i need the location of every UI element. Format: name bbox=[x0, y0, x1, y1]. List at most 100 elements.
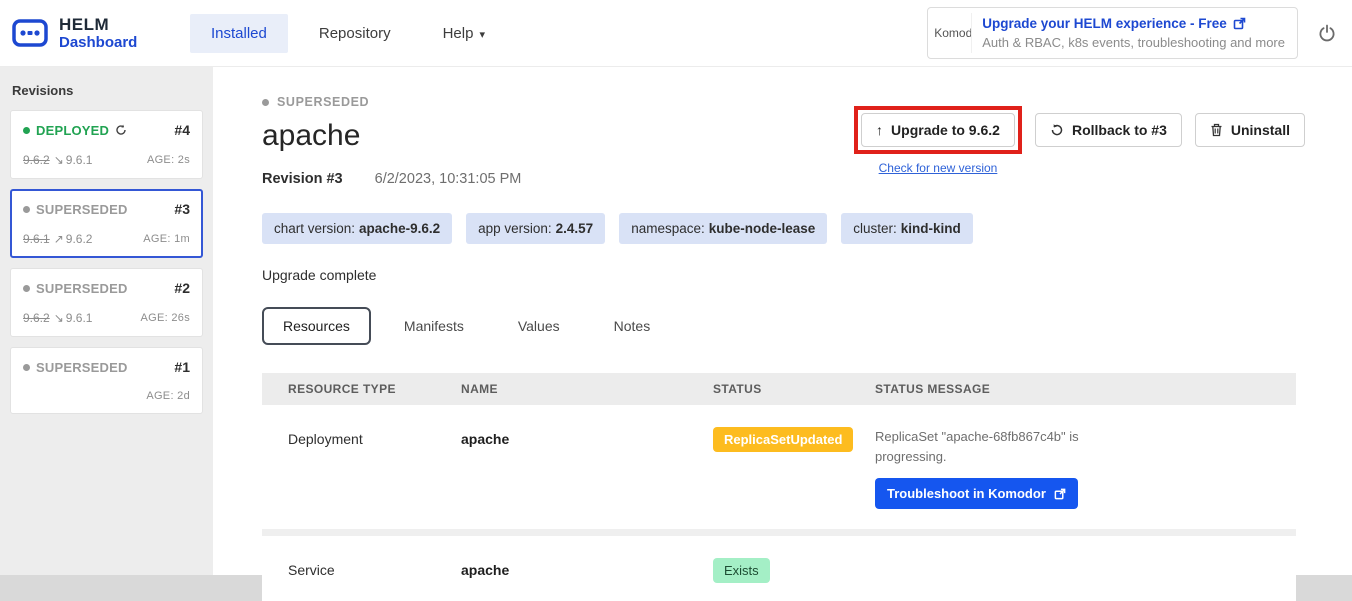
table-row-deployment: Deployment apache ReplicaSetUpdated Repl… bbox=[262, 405, 1296, 529]
revision-age: AGE: 1m bbox=[143, 233, 190, 245]
chip-value: 2.4.57 bbox=[556, 221, 594, 236]
table-row-service: Service apache Exists bbox=[262, 536, 1296, 601]
status-dot-icon bbox=[23, 206, 30, 213]
chip-label: chart version: bbox=[274, 221, 355, 236]
uninstall-button[interactable]: Uninstall bbox=[1195, 113, 1305, 147]
chip-namespace: namespace:kube-node-lease bbox=[619, 213, 827, 244]
chip-label: cluster: bbox=[853, 221, 897, 236]
revision-card-4[interactable]: DEPLOYED #4 9.6.2↘9.6.1 AGE: 2s bbox=[10, 110, 203, 179]
release-meta-chips: chart version: apache-9.6.2 app version: 2… bbox=[262, 213, 1305, 244]
revision-card-1[interactable]: SUPERSEDED #1 AGE: 2d bbox=[10, 347, 203, 414]
nav-installed[interactable]: Installed bbox=[190, 14, 288, 53]
revision-versions: 9.6.1↗9.6.2 bbox=[23, 232, 92, 246]
upgrade-column: ↑ Upgrade to 9.6.2 Check for new version bbox=[854, 106, 1022, 175]
check-new-version-link[interactable]: Check for new version bbox=[879, 161, 998, 175]
status-dot-icon bbox=[23, 364, 30, 371]
chip-value: kind-kind bbox=[901, 221, 961, 236]
promo-text: Upgrade your HELM experience - Free Auth… bbox=[982, 16, 1285, 50]
komodor-logo: Komod bbox=[934, 13, 972, 53]
komodor-promo-banner[interactable]: Komod Upgrade your HELM experience - Fre… bbox=[927, 7, 1298, 59]
red-highlight-annotation: ↑ Upgrade to 9.6.2 bbox=[854, 106, 1022, 154]
chip-value: apache-9.6.2 bbox=[359, 221, 440, 236]
rollback-button[interactable]: Rollback to #3 bbox=[1035, 113, 1182, 147]
promo-title-link[interactable]: Upgrade your HELM experience - Free bbox=[982, 16, 1227, 31]
revision-status: SUPERSEDED bbox=[23, 360, 128, 375]
revision-label: Revision #3 bbox=[262, 171, 343, 187]
chip-cluster: cluster: kind-kind bbox=[841, 213, 973, 244]
brand-dashboard: Dashboard bbox=[59, 34, 137, 51]
nav-help[interactable]: Help▾ bbox=[422, 14, 506, 53]
version-from: 9.6.2 bbox=[23, 153, 50, 167]
power-button[interactable] bbox=[1318, 24, 1336, 42]
revision-versions: 9.6.2↘9.6.1 bbox=[23, 311, 92, 325]
col-status: STATUS bbox=[713, 382, 875, 396]
col-resource-type: RESOURCE TYPE bbox=[288, 382, 461, 396]
uninstall-button-label: Uninstall bbox=[1231, 122, 1290, 138]
main-nav: Installed Repository Help▾ bbox=[190, 14, 506, 53]
nav-repository[interactable]: Repository bbox=[298, 14, 412, 53]
revision-age: AGE: 2s bbox=[147, 154, 190, 166]
brand-helm: HELM bbox=[59, 15, 137, 35]
version-to: 9.6.1 bbox=[66, 311, 93, 325]
upgrade-button-label: Upgrade to 9.6.2 bbox=[891, 122, 1000, 138]
external-link-icon bbox=[1233, 17, 1246, 30]
page-title: apache bbox=[262, 119, 521, 153]
chip-label: app version: bbox=[478, 221, 552, 236]
revision-line: Revision #3 6/2/2023, 10:31:05 PM bbox=[262, 171, 521, 187]
resource-type-cell: Deployment bbox=[288, 427, 461, 447]
revision-number: #3 bbox=[174, 201, 190, 217]
revision-status-label: SUPERSEDED bbox=[36, 360, 128, 375]
revisions-heading: Revisions bbox=[12, 83, 201, 98]
helm-logo-icon bbox=[10, 13, 50, 53]
revision-status-label: SUPERSEDED bbox=[36, 281, 128, 296]
release-detail-panel: SUPERSEDED apache Revision #3 6/2/2023, … bbox=[213, 67, 1352, 575]
promo-subtitle: Auth & RBAC, k8s events, troubleshooting… bbox=[982, 35, 1285, 50]
revision-number: #2 bbox=[174, 280, 190, 296]
revision-versions: 9.6.2↘9.6.1 bbox=[23, 153, 92, 167]
tab-values[interactable]: Values bbox=[497, 307, 581, 345]
status-dot-icon bbox=[23, 127, 30, 134]
chip-chart-version: chart version: apache-9.6.2 bbox=[262, 213, 452, 244]
release-status-label: SUPERSEDED bbox=[262, 95, 521, 109]
resources-table-header: RESOURCE TYPE NAME STATUS STATUS MESSAGE bbox=[262, 373, 1296, 405]
tab-manifests[interactable]: Manifests bbox=[383, 307, 485, 345]
resource-status-cell: ReplicaSetUpdated bbox=[713, 427, 875, 452]
revision-status-label: DEPLOYED bbox=[36, 123, 109, 138]
status-badge: ReplicaSetUpdated bbox=[713, 427, 853, 452]
version-to: 9.6.2 bbox=[66, 232, 93, 246]
status-message-text: ReplicaSet "apache-68fb867c4b" is progre… bbox=[875, 427, 1090, 467]
trash-icon bbox=[1210, 123, 1223, 137]
release-status-text: SUPERSEDED bbox=[277, 95, 369, 109]
upgrade-button[interactable]: ↑ Upgrade to 9.6.2 bbox=[861, 113, 1015, 147]
revision-card-2[interactable]: SUPERSEDED #2 9.6.2↘9.6.1 AGE: 26s bbox=[10, 268, 203, 337]
status-dot-icon bbox=[262, 99, 269, 106]
revision-card-3[interactable]: SUPERSEDED #3 9.6.1↗9.6.2 AGE: 1m bbox=[10, 189, 203, 258]
helm-dashboard-logo[interactable]: HELM Dashboard bbox=[10, 13, 182, 53]
rollback-button-label: Rollback to #3 bbox=[1072, 122, 1167, 138]
version-arrow-icon: ↘ bbox=[54, 311, 64, 325]
brand-text: HELM Dashboard bbox=[59, 15, 137, 52]
col-name: NAME bbox=[461, 382, 713, 396]
external-link-icon bbox=[1054, 488, 1066, 500]
tab-notes[interactable]: Notes bbox=[593, 307, 672, 345]
resource-status-cell: Exists bbox=[713, 558, 875, 583]
arrow-up-icon: ↑ bbox=[876, 122, 883, 138]
version-to: 9.6.1 bbox=[66, 153, 93, 167]
content-row: Revisions DEPLOYED #4 9.6.2↘9.6.1 AGE: 2… bbox=[0, 67, 1352, 575]
revisions-sidebar: Revisions DEPLOYED #4 9.6.2↘9.6.1 AGE: 2… bbox=[0, 67, 213, 575]
troubleshoot-komodor-button[interactable]: Troubleshoot in Komodor bbox=[875, 478, 1078, 509]
revision-status: SUPERSEDED bbox=[23, 281, 128, 296]
resource-name-cell: apache bbox=[461, 558, 713, 578]
version-from: 9.6.1 bbox=[23, 232, 50, 246]
tab-resources[interactable]: Resources bbox=[262, 307, 371, 345]
resource-name-cell: apache bbox=[461, 427, 713, 447]
resources-table: RESOURCE TYPE NAME STATUS STATUS MESSAGE… bbox=[262, 373, 1296, 601]
redeploy-icon[interactable] bbox=[115, 124, 127, 136]
revision-status-label: SUPERSEDED bbox=[36, 202, 128, 217]
helm-dashboard-app: HELM Dashboard Installed Repository Help… bbox=[0, 0, 1352, 601]
power-icon bbox=[1318, 24, 1336, 42]
resource-type-cell: Service bbox=[288, 558, 461, 578]
nav-help-label: Help bbox=[443, 25, 474, 42]
top-navbar: HELM Dashboard Installed Repository Help… bbox=[0, 0, 1352, 67]
revision-age: AGE: 2d bbox=[146, 390, 190, 402]
